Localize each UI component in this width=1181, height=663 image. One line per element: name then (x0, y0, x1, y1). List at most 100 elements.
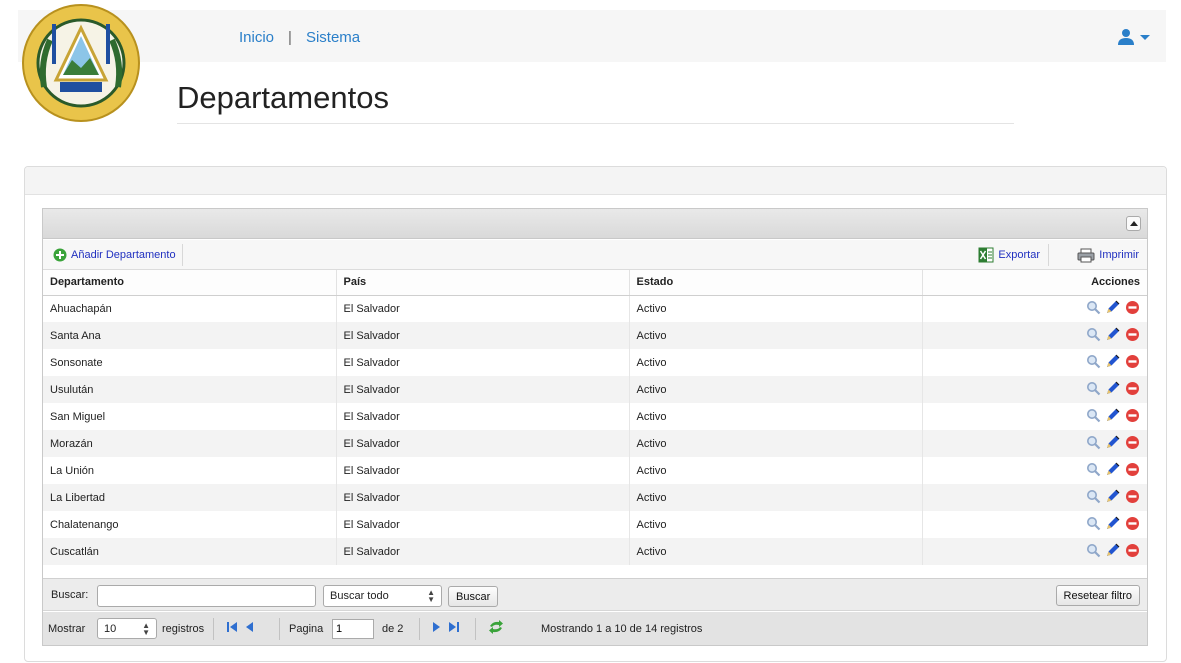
next-page-icon[interactable] (429, 620, 443, 634)
cell-pais: El Salvador (336, 538, 630, 565)
cell-estado: Activo (629, 511, 923, 538)
per-page-select[interactable]: 10 ▲ ▼ (97, 618, 157, 639)
table-row[interactable]: San Miguel El Salvador Activo (43, 403, 1147, 430)
nav-separator: | (288, 29, 292, 46)
column-header-departamento[interactable]: Departamento (43, 270, 337, 296)
delete-icon[interactable] (1125, 381, 1140, 399)
cell-estado: Activo (629, 403, 923, 430)
cell-departamento: La Libertad (43, 484, 337, 511)
edit-icon[interactable] (1105, 407, 1121, 426)
grid-toolbar: Añadir Departamento Exportar Imprimir (43, 240, 1147, 270)
column-header-pais[interactable]: País (336, 270, 630, 296)
edit-icon[interactable] (1105, 353, 1121, 372)
cell-estado: Activo (629, 430, 923, 457)
cell-actions (922, 349, 1147, 376)
cell-pais: El Salvador (336, 295, 630, 322)
print-button[interactable]: Imprimir (1073, 244, 1143, 266)
reset-filter-button[interactable]: Resetear filtro (1055, 585, 1140, 606)
select-arrows-icon: ▲ ▼ (427, 588, 435, 604)
export-button[interactable]: Exportar (974, 244, 1049, 266)
view-icon[interactable] (1086, 543, 1101, 561)
edit-icon[interactable] (1105, 326, 1121, 345)
table-row[interactable]: Sonsonate El Salvador Activo (43, 349, 1147, 376)
panel-header (25, 167, 1166, 195)
edit-icon[interactable] (1105, 434, 1121, 453)
pager: Mostrar 10 ▲▼ registros Pagina de 2 (43, 612, 1147, 645)
page-title: Departamentos (177, 80, 389, 115)
nav-link-inicio[interactable]: Inicio (239, 29, 274, 46)
table-row[interactable]: Chalatenango El Salvador Activo (43, 511, 1147, 538)
cell-departamento: Usulután (43, 376, 337, 403)
edit-icon[interactable] (1105, 461, 1121, 480)
user-menu-icon[interactable] (1116, 28, 1156, 46)
cell-departamento: San Miguel (43, 403, 337, 430)
cell-departamento: Sonsonate (43, 349, 337, 376)
cell-pais: El Salvador (336, 511, 630, 538)
collapse-grid-button[interactable] (1126, 216, 1141, 231)
cell-pais: El Salvador (336, 430, 630, 457)
view-icon[interactable] (1086, 516, 1101, 534)
el-salvador-emblem-icon (22, 4, 140, 122)
delete-icon[interactable] (1125, 543, 1140, 561)
table-row[interactable]: Morazán El Salvador Activo (43, 430, 1147, 457)
table-row[interactable]: La Libertad El Salvador Activo (43, 484, 1147, 511)
view-icon[interactable] (1086, 489, 1101, 507)
nav-link-sistema[interactable]: Sistema (306, 29, 360, 46)
search-input[interactable] (97, 585, 316, 607)
view-icon[interactable] (1086, 435, 1101, 453)
delete-icon[interactable] (1125, 462, 1140, 480)
add-department-label: Añadir Departamento (71, 249, 176, 261)
view-icon[interactable] (1086, 354, 1101, 372)
edit-icon[interactable] (1105, 488, 1121, 507)
cell-actions (922, 376, 1147, 403)
first-page-icon[interactable] (225, 620, 239, 634)
search-scope-select[interactable]: Buscar todo ▲ ▼ (323, 585, 442, 607)
print-label: Imprimir (1099, 249, 1139, 261)
search-button[interactable]: Buscar (448, 586, 499, 607)
delete-icon[interactable] (1125, 300, 1140, 318)
cell-actions (922, 484, 1147, 511)
delete-icon[interactable] (1125, 489, 1140, 507)
export-label: Exportar (998, 249, 1040, 261)
delete-icon[interactable] (1125, 327, 1140, 345)
add-department-button[interactable]: Añadir Departamento (49, 244, 183, 266)
pager-divider (419, 618, 420, 640)
cell-pais: El Salvador (336, 322, 630, 349)
cell-actions (922, 295, 1147, 322)
pager-page-label: Pagina (289, 623, 324, 635)
cell-departamento: Ahuachapán (43, 295, 337, 322)
cell-pais: El Salvador (336, 484, 630, 511)
view-icon[interactable] (1086, 462, 1101, 480)
pager-divider (279, 618, 280, 640)
delete-icon[interactable] (1125, 408, 1140, 426)
page-number-input[interactable] (332, 619, 374, 639)
delete-icon[interactable] (1125, 516, 1140, 534)
view-icon[interactable] (1086, 300, 1101, 318)
printer-icon (1077, 248, 1095, 262)
column-header-estado[interactable]: Estado (629, 270, 923, 296)
view-icon[interactable] (1086, 408, 1101, 426)
delete-icon[interactable] (1125, 435, 1140, 453)
table-row[interactable]: Ahuachapán El Salvador Activo (43, 295, 1147, 322)
edit-icon[interactable] (1105, 380, 1121, 399)
cell-actions (922, 322, 1147, 349)
last-page-icon[interactable] (447, 620, 461, 634)
table-row[interactable]: Cuscatlán El Salvador Activo (43, 538, 1147, 565)
table-row[interactable]: Usulután El Salvador Activo (43, 376, 1147, 403)
table-row[interactable]: La Unión El Salvador Activo (43, 457, 1147, 484)
refresh-icon[interactable] (487, 620, 505, 634)
cell-estado: Activo (629, 538, 923, 565)
previous-page-icon[interactable] (243, 620, 257, 634)
table-row[interactable]: Santa Ana El Salvador Activo (43, 322, 1147, 349)
delete-icon[interactable] (1125, 354, 1140, 372)
edit-icon[interactable] (1105, 515, 1121, 534)
cell-departamento: Cuscatlán (43, 538, 337, 565)
view-icon[interactable] (1086, 327, 1101, 345)
view-icon[interactable] (1086, 381, 1101, 399)
edit-icon[interactable] (1105, 542, 1121, 561)
pager-divider (213, 618, 214, 640)
cell-departamento: Chalatenango (43, 511, 337, 538)
per-page-value: 10 (104, 623, 117, 635)
edit-icon[interactable] (1105, 299, 1121, 318)
main-nav: Inicio | Sistema (239, 29, 360, 46)
